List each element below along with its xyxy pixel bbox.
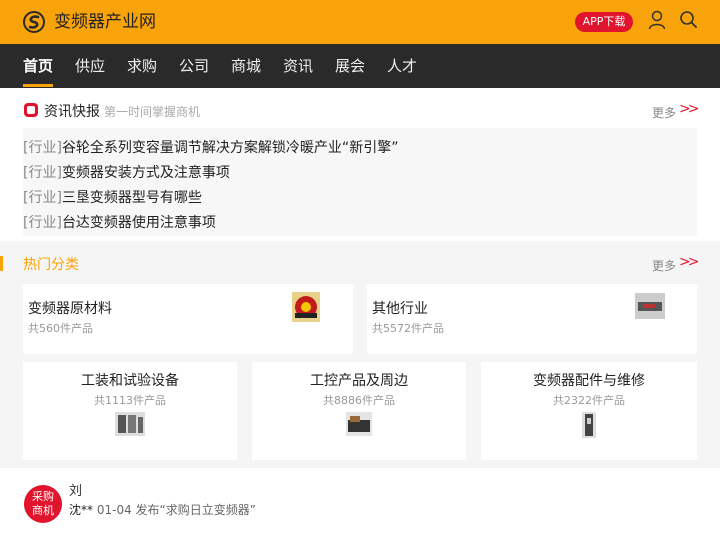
purchase-ticker: 采购 商机 刘 沈** 01-04 发布“求购日立变频器” <box>0 468 720 540</box>
product-thumbnail[interactable] <box>582 412 596 438</box>
purchase-badge[interactable]: 采购 商机 <box>24 485 62 523</box>
purchase-time: 01-04 <box>96 503 132 517</box>
category-name[interactable]: 工控产品及周边 <box>252 370 466 390</box>
category-count: 共5572件产品 <box>372 322 444 335</box>
product-thumbnail[interactable] <box>115 412 145 436</box>
category-count: 共2322件产品 <box>553 394 625 407</box>
list-item[interactable]: [行业]变频器安装方式及注意事项 <box>23 162 230 182</box>
section-marker <box>0 256 3 271</box>
news-tag: [行业] <box>23 165 62 181</box>
list-item[interactable]: [行业]台达变频器使用注意事项 <box>23 212 216 232</box>
purchase-badge-line2: 商机 <box>32 504 54 517</box>
news-title: 资讯快报 <box>44 104 100 120</box>
news-badge-icon <box>24 103 38 117</box>
hot-categories-title: 热门分类 <box>23 257 79 273</box>
purchase-badge-line1: 采购 <box>32 490 54 503</box>
news-tag: [行业] <box>23 140 62 156</box>
category-card[interactable]: 变频器原材料 共560件产品 <box>23 284 353 354</box>
product-thumbnail[interactable] <box>346 412 372 436</box>
news-list: [行业]谷轮全系列变容量调节解决方案解锁冷暖产业“新引擎” [行业]变频器安装方… <box>23 128 697 236</box>
nav-active-indicator <box>23 84 53 87</box>
news-headline[interactable]: 台达变频器使用注意事项 <box>62 215 216 231</box>
site-title[interactable]: 变频器产业网 <box>54 11 156 33</box>
nav-home[interactable]: 首页 <box>23 44 53 88</box>
product-thumbnail[interactable] <box>292 292 320 322</box>
list-item[interactable]: [行业]谷轮全系列变容量调节解决方案解锁冷暖产业“新引擎” <box>23 137 398 157</box>
purchase-item[interactable]: 沈** 01-04 发布“求购日立变频器” <box>69 501 256 518</box>
category-count: 共560件产品 <box>28 322 93 335</box>
news-headline[interactable]: 三垦变频器型号有哪些 <box>62 190 202 206</box>
app-download-button[interactable]: APP下载 <box>575 12 633 32</box>
nav-purchase[interactable]: 求购 <box>127 44 157 88</box>
purchase-scrolling-text: 刘 <box>69 484 83 499</box>
news-headline[interactable]: 谷轮全系列变容量调节解决方案解锁冷暖产业“新引擎” <box>62 140 399 156</box>
category-count: 共1113件产品 <box>94 394 166 407</box>
news-tag: [行业] <box>23 190 62 206</box>
category-name[interactable]: 工装和试验设备 <box>23 370 237 390</box>
nav-supply[interactable]: 供应 <box>75 44 105 88</box>
main-nav: 首页 供应 求购 公司 商城 资讯 展会 人才 <box>0 44 720 88</box>
nav-mall[interactable]: 商城 <box>231 44 261 88</box>
hot-categories-header: 热门分类 更多 >> <box>0 248 720 278</box>
news-tag: [行业] <box>23 215 62 231</box>
top-bar: 变频器产业网 APP下载 <box>0 0 720 44</box>
chevron-right-icon[interactable]: >> <box>679 254 700 270</box>
category-name[interactable]: 变频器配件与维修 <box>481 370 697 390</box>
category-card[interactable]: 变频器配件与维修 共2322件产品 <box>481 362 697 460</box>
product-thumbnail[interactable] <box>635 293 665 319</box>
user-icon[interactable] <box>648 10 666 30</box>
nav-news[interactable]: 资讯 <box>283 44 313 88</box>
category-count: 共8886件产品 <box>323 394 395 407</box>
news-more-link[interactable]: 更多 <box>652 104 676 121</box>
list-item[interactable]: [行业]三垦变频器型号有哪些 <box>23 187 202 207</box>
hot-more-link[interactable]: 更多 <box>652 257 676 274</box>
news-subtitle: 第一时间掌握商机 <box>104 105 201 119</box>
category-card[interactable]: 其他行业 共5572件产品 <box>367 284 697 354</box>
logo-icon[interactable] <box>23 11 45 33</box>
nav-company[interactable]: 公司 <box>179 44 209 88</box>
category-card[interactable]: 工控产品及周边 共8886件产品 <box>252 362 466 460</box>
nav-exhibition[interactable]: 展会 <box>335 44 365 88</box>
search-icon[interactable] <box>679 10 698 30</box>
news-section: 资讯快报 第一时间掌握商机 更多 >> [行业]谷轮全系列变容量调节解决方案解锁… <box>0 88 720 241</box>
purchase-user: 沈** <box>69 503 94 517</box>
news-headline[interactable]: 变频器安装方式及注意事项 <box>62 165 230 181</box>
chevron-right-icon[interactable]: >> <box>679 101 700 117</box>
category-name[interactable]: 其他行业 <box>372 298 428 318</box>
category-card[interactable]: 工装和试验设备 共1113件产品 <box>23 362 237 460</box>
nav-talent[interactable]: 人才 <box>387 44 417 88</box>
purchase-description[interactable]: 发布“求购日立变频器” <box>136 503 256 517</box>
category-name[interactable]: 变频器原材料 <box>28 298 112 318</box>
